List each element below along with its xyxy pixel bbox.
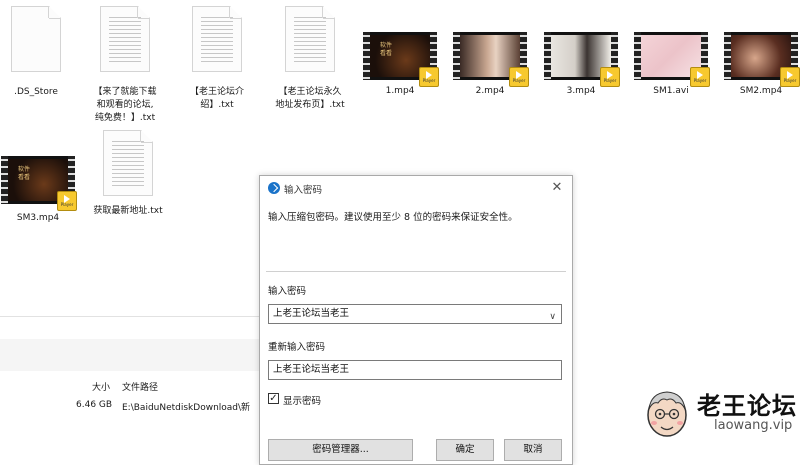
file-name: 获取最新地址.txt (93, 206, 163, 216)
video-thumbnail-icon: Player (724, 32, 800, 87)
dialog-title: 输入密码 (284, 185, 323, 196)
details-header-band (0, 339, 262, 371)
file-item-txt[interactable]: 【老王论坛永久 地址发布页】.txt (262, 6, 358, 112)
password-manager-button[interactable]: 密码管理器... (268, 439, 413, 461)
password-combobox[interactable]: 上老王论坛当老王 ∨ (268, 304, 562, 324)
player-badge-icon: Player (780, 67, 800, 87)
show-password-label[interactable]: 显示密码 (283, 393, 321, 407)
password-dialog: 输入密码 ✕ 输入压缩包密码。建议使用至少 8 位的密码来保证安全性。 输入密码… (259, 175, 573, 465)
pane-divider (0, 316, 262, 317)
video-thumbnail-icon: 软件 看看 Player (363, 32, 439, 87)
file-name: SM3.mp4 (16, 213, 60, 223)
dialog-message: 输入压缩包密码。建议使用至少 8 位的密码来保证安全性。 (268, 212, 518, 223)
confirm-password-value: 上老王论坛当老王 (273, 364, 350, 375)
player-badge-icon: Player (600, 67, 620, 87)
text-document-icon (103, 130, 153, 196)
video-thumbnail-icon: Player (634, 32, 710, 87)
watermark-logo-icon (647, 391, 687, 437)
video-frame-text: 软件 看看 (380, 42, 393, 57)
file-name: 【老王论坛介 绍】.txt (189, 87, 244, 110)
text-document-icon (192, 6, 242, 72)
cancel-button[interactable]: 取消 (504, 439, 562, 461)
app-logo-icon (268, 182, 280, 194)
watermark-url: laowang.vip (714, 418, 793, 433)
file-name: 【老王论坛永久 地址发布页】.txt (275, 87, 345, 110)
file-item-video[interactable]: 软件 看看 Player 1.mp4 (352, 32, 448, 98)
file-item-video[interactable]: Player 2.mp4 (442, 32, 538, 98)
file-item-video[interactable]: Player SM1.avi (623, 32, 719, 98)
path-value: E:\BaiduNetdiskDownload\新 (122, 403, 251, 413)
confirm-password-label: 重新输入密码 (268, 342, 326, 353)
file-item-txt[interactable]: 获取最新地址.txt (80, 130, 176, 218)
text-document-icon (285, 6, 335, 72)
player-badge-icon: Player (690, 67, 710, 87)
text-document-icon (100, 6, 150, 72)
video-thumbnail-icon: Player (453, 32, 529, 87)
close-icon[interactable]: ✕ (548, 179, 566, 197)
column-header-path[interactable]: 文件路径 (122, 380, 158, 393)
video-thumbnail-icon: 软件 看看 Player (1, 156, 77, 211)
chevron-down-icon[interactable]: ∨ (549, 308, 556, 326)
size-value: 6.46 GB (76, 400, 113, 410)
video-thumbnail-icon: Player (544, 32, 620, 87)
player-badge-icon: Player (419, 67, 439, 87)
watermark-title: 老王论坛 (697, 392, 797, 420)
file-item-txt[interactable]: 【来了就能下载 和观看的论坛, 纯免费！】.txt (77, 6, 173, 125)
file-name: 【来了就能下载 和观看的论坛, 纯免费！】.txt (93, 87, 157, 123)
file-item-video[interactable]: Player 3.mp4 (533, 32, 629, 98)
file-name: .DS_Store (14, 87, 58, 97)
file-item-video[interactable]: 软件 看看 Player SM3.mp4 (0, 156, 86, 225)
show-password-checkbox[interactable]: ✓ (268, 393, 279, 404)
password-label: 输入密码 (268, 286, 307, 297)
confirm-password-input[interactable]: 上老王论坛当老王 (268, 360, 562, 380)
dialog-titlebar[interactable]: 输入密码 ✕ (260, 176, 572, 200)
player-badge-icon: Player (57, 191, 77, 211)
document-icon (11, 6, 61, 72)
password-value: 上老王论坛当老王 (273, 308, 350, 319)
player-badge-icon: Player (509, 67, 529, 87)
column-header-size[interactable]: 大小 (92, 380, 110, 393)
dialog-separator (266, 271, 566, 272)
video-frame-text: 软件 看看 (18, 166, 31, 181)
file-item-video[interactable]: Player SM2.mp4 (713, 32, 800, 98)
ok-button[interactable]: 确定 (436, 439, 494, 461)
file-item-ds-store[interactable]: .DS_Store (0, 6, 84, 99)
file-item-txt[interactable]: 【老王论坛介 绍】.txt (169, 6, 265, 112)
